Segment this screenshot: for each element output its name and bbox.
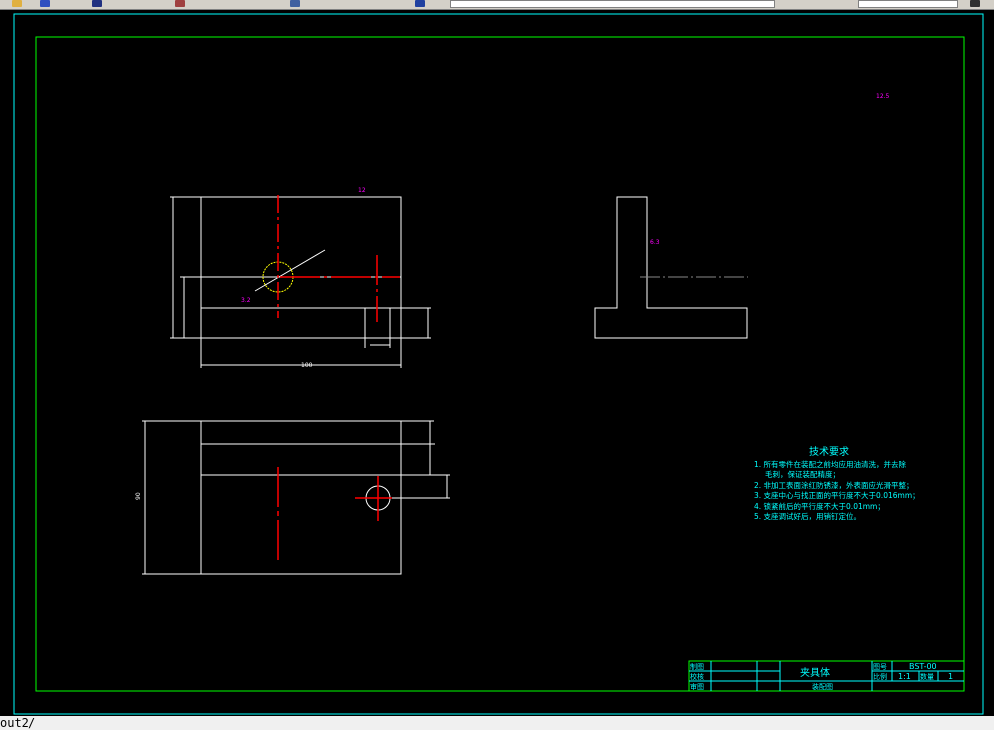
dimension-height: 90 (135, 492, 142, 500)
table-icon[interactable] (290, 0, 300, 7)
layer-icon[interactable] (92, 0, 102, 7)
drawing-canvas[interactable]: 100 12 3.2 6.3 12.5 90 技术要求 1. 所有零件在装配之前… (0, 10, 994, 716)
layer-dropdown[interactable] (450, 0, 775, 8)
part-name: 夹具体 (800, 666, 830, 679)
open-icon[interactable] (12, 0, 22, 7)
zoom-icon[interactable] (175, 0, 185, 7)
cad-drawing: 100 12 3.2 6.3 12.5 90 技术要求 1. 所有零件在装配之前… (13, 13, 984, 715)
roughness-default: 12.5 (876, 93, 890, 100)
side-view (594, 196, 748, 339)
tech-item: 2. 非加工表面涂红防锈漆，外表面应光滑平整； (754, 480, 914, 490)
print-icon[interactable] (970, 0, 980, 7)
toolbar (0, 0, 994, 10)
tab-separator: / (28, 716, 36, 730)
roughness-top: 12 (358, 187, 366, 194)
save-icon[interactable] (40, 0, 50, 7)
drawing-no: BST-00 (909, 662, 937, 671)
paper-border (13, 13, 984, 715)
tech-item: 5. 支座调试好后，用销钉定位。 (754, 511, 861, 521)
top-view (142, 420, 450, 575)
roughness-hole: 3.2 (241, 297, 251, 304)
tech-title: 技术要求 (809, 445, 849, 458)
drawing-no-label: 图号 (873, 663, 887, 671)
style-dropdown[interactable] (858, 0, 958, 8)
tech-item: 1. 所有零件在装配之前均应用油清洗，并去除 (754, 459, 907, 469)
scale-label: 比例 (873, 672, 887, 681)
reviewed-label: 审图 (690, 682, 704, 691)
tech-requirements: 技术要求 1. 所有零件在装配之前均应用油清洗，并去除 毛刺，保证装配精度； 2… (754, 445, 920, 521)
quantity-label: 数量 (920, 672, 934, 681)
tech-item: 4. 锁紧前后的平行度不大于0.01mm； (754, 501, 885, 511)
center-lines (277, 195, 400, 322)
scale-value: 1:1 (898, 672, 911, 681)
dimension-width: 100 (301, 362, 313, 369)
layout-tabs-bar: out2 / (0, 716, 994, 730)
drawing-type: 装配图 (812, 682, 833, 691)
drawing-frame (35, 36, 965, 692)
quantity-value: 1 (948, 672, 953, 681)
roughness-side: 6.3 (650, 239, 660, 246)
tech-item: 毛刺，保证装配精度； (765, 469, 840, 479)
drawn-label: 制图 (690, 662, 704, 671)
properties-icon[interactable] (415, 0, 425, 7)
front-view (170, 196, 431, 368)
checked-label: 校核 (690, 672, 704, 681)
tech-item: 3. 支座中心与找正面的平行度不大于0.016mm； (754, 490, 920, 500)
